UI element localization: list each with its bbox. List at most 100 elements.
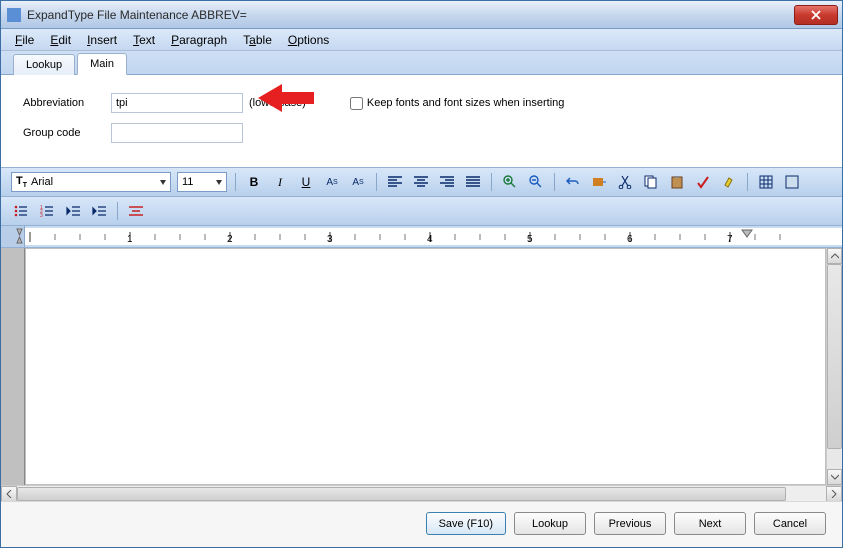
scroll-thumb[interactable] <box>827 264 842 449</box>
font-icon: TT <box>16 175 27 189</box>
checkbox-keep-fonts-input[interactable] <box>350 97 363 110</box>
zoom-out-icon <box>529 175 543 189</box>
highlight-icon <box>722 175 736 189</box>
font-select[interactable]: TT Arial <box>11 172 171 192</box>
checkbox-keep-fonts[interactable]: Keep fonts and font sizes when inserting <box>346 94 565 113</box>
menu-insert[interactable]: Insert <box>79 30 125 50</box>
svg-text:1: 1 <box>127 234 133 245</box>
hscroll-thumb[interactable] <box>17 487 786 501</box>
align-right-icon <box>440 176 454 188</box>
zoom-in-button[interactable] <box>500 172 520 192</box>
highlight-button[interactable] <box>719 172 739 192</box>
list-toolbar: 123 <box>1 197 842 226</box>
number-list-icon: 123 <box>40 205 54 217</box>
bold-button[interactable]: B <box>244 172 264 192</box>
svg-text:6: 6 <box>627 234 633 245</box>
lookup-button[interactable]: Lookup <box>514 512 586 535</box>
close-button[interactable] <box>794 5 838 25</box>
number-list-button[interactable]: 123 <box>37 201 57 221</box>
paragraph-icon <box>129 205 143 217</box>
titlebar-text: ExpandType File Maintenance ABBREV= <box>27 8 794 22</box>
scroll-left-button[interactable] <box>1 486 17 502</box>
spellcheck-icon <box>696 175 710 189</box>
menu-paragraph[interactable]: Paragraph <box>163 30 235 50</box>
menu-options[interactable]: Options <box>280 30 337 50</box>
ruler: 1 2 3 4 5 6 7 <box>1 226 842 248</box>
menu-file[interactable]: File <box>7 30 42 50</box>
horizontal-scrollbar[interactable] <box>1 485 842 501</box>
scroll-track[interactable] <box>827 264 842 469</box>
paste-icon <box>670 175 684 189</box>
svg-text:2: 2 <box>227 234 233 245</box>
tab-lookup[interactable]: Lookup <box>13 54 75 75</box>
ruler-ticks: 1 2 3 4 5 6 7 <box>30 232 780 245</box>
svg-text:3: 3 <box>327 234 333 245</box>
separator <box>747 173 748 191</box>
spellcheck-button[interactable] <box>693 172 713 192</box>
format-toolbar: TT Arial 11 B I U AS AS <box>1 167 842 197</box>
menu-edit[interactable]: Edit <box>42 30 79 50</box>
editor-gutter <box>1 248 25 485</box>
cancel-button[interactable]: Cancel <box>754 512 826 535</box>
superscript-button[interactable]: AS <box>322 172 342 192</box>
separator <box>235 173 236 191</box>
right-indent-marker[interactable] <box>742 230 752 237</box>
label-abbreviation: Abbreviation <box>23 97 111 109</box>
align-justify-button[interactable] <box>463 172 483 192</box>
next-button[interactable]: Next <box>674 512 746 535</box>
bullet-list-icon <box>14 205 28 217</box>
paste-button[interactable] <box>667 172 687 192</box>
editor-body[interactable] <box>25 248 826 485</box>
close-icon <box>811 10 821 20</box>
align-center-button[interactable] <box>411 172 431 192</box>
subscript-button[interactable]: AS <box>348 172 368 192</box>
cut-button[interactable] <box>615 172 635 192</box>
redo-button[interactable] <box>589 172 609 192</box>
paragraph-button[interactable] <box>126 201 146 221</box>
chevron-up-icon <box>831 253 839 259</box>
input-group-code[interactable] <box>111 123 243 143</box>
border-button[interactable] <box>782 172 802 192</box>
menu-table[interactable]: Table <box>235 30 280 50</box>
underline-button[interactable]: U <box>296 172 316 192</box>
menu-text[interactable]: Text <box>125 30 163 50</box>
scroll-down-button[interactable] <box>827 469 842 485</box>
outdent-button[interactable] <box>63 201 83 221</box>
hscroll-track[interactable] <box>17 486 826 501</box>
ruler-track[interactable]: 1 2 3 4 5 6 7 <box>25 228 842 245</box>
cut-icon <box>618 175 632 189</box>
red-arrow-annotation <box>258 82 314 114</box>
copy-button[interactable] <box>641 172 661 192</box>
bullet-list-button[interactable] <box>11 201 31 221</box>
zoom-in-icon <box>503 175 517 189</box>
chevron-down-icon <box>831 474 839 480</box>
align-right-button[interactable] <box>437 172 457 192</box>
row-group-code: Group code <box>23 123 820 143</box>
input-abbreviation[interactable] <box>111 93 243 113</box>
align-justify-icon <box>466 176 480 188</box>
save-button[interactable]: Save (F10) <box>426 512 506 535</box>
font-size-select[interactable]: 11 <box>177 172 227 192</box>
tab-main[interactable]: Main <box>77 53 127 75</box>
vertical-scrollbar[interactable] <box>826 248 842 485</box>
checkbox-keep-fonts-label: Keep fonts and font sizes when inserting <box>367 97 565 109</box>
previous-button[interactable]: Previous <box>594 512 666 535</box>
outdent-icon <box>66 205 80 217</box>
titlebar: ExpandType File Maintenance ABBREV= <box>1 1 842 29</box>
align-left-button[interactable] <box>385 172 405 192</box>
separator <box>554 173 555 191</box>
zoom-out-button[interactable] <box>526 172 546 192</box>
separator <box>117 202 118 220</box>
scroll-up-button[interactable] <box>827 248 842 264</box>
table-button[interactable] <box>756 172 776 192</box>
indent-icon <box>92 205 106 217</box>
italic-button[interactable]: I <box>270 172 290 192</box>
label-group-code: Group code <box>23 127 111 139</box>
align-center-icon <box>414 176 428 188</box>
scroll-right-button[interactable] <box>826 486 842 502</box>
indent-button[interactable] <box>89 201 109 221</box>
tab-strip: Lookup Main <box>1 51 842 75</box>
separator <box>376 173 377 191</box>
undo-button[interactable] <box>563 172 583 192</box>
row-abbreviation: Abbreviation (lowercase) Keep fonts and … <box>23 93 820 113</box>
